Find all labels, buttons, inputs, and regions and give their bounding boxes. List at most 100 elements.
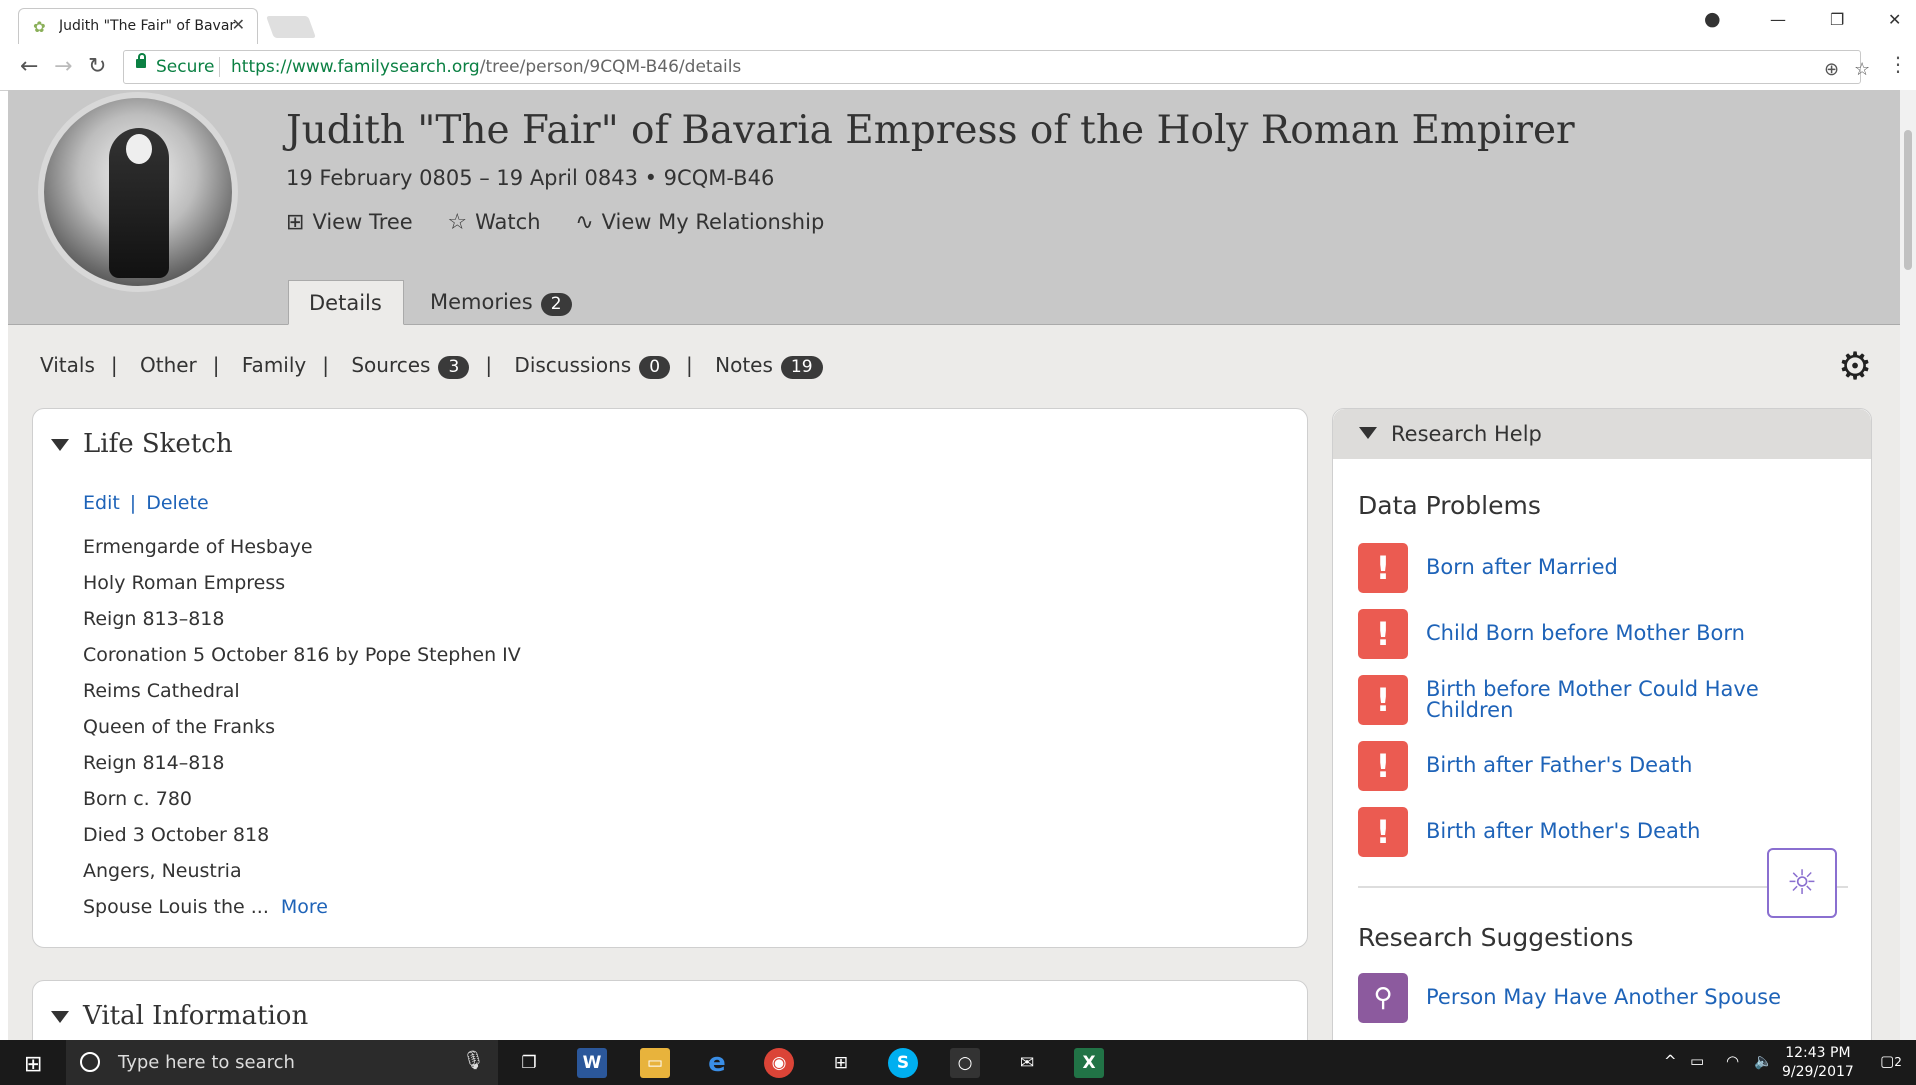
research-suggestion-link[interactable]: Person May Have Another Spouse <box>1426 987 1781 1008</box>
notifications-icon[interactable]: ▢2 <box>1880 1052 1902 1070</box>
nav-divider: | <box>212 353 220 377</box>
notification-count: 2 <box>1894 1055 1902 1069</box>
portrait-face <box>126 134 152 164</box>
delete-link[interactable]: Delete <box>146 492 208 514</box>
minimize-icon[interactable]: — <box>1770 10 1786 29</box>
close-window-icon[interactable]: ✕ <box>1888 10 1901 29</box>
nav-vitals[interactable]: Vitals <box>40 353 95 377</box>
edge-icon[interactable]: e <box>702 1048 732 1078</box>
taskbar: ⊞ Type here to search 🎙 ❐ W ▭ e ◉ ⊞ S ○ … <box>0 1040 1916 1085</box>
cortana-icon <box>80 1052 100 1072</box>
data-problem-link[interactable]: Birth after Father's Death <box>1426 755 1692 776</box>
sketch-line: Holy Roman Empress <box>83 572 286 594</box>
browser-tab[interactable]: ✿ Judith "The Fair" of Bavar ✕ <box>18 8 258 44</box>
view-tree-label: View Tree <box>312 210 413 234</box>
data-problem-link[interactable]: Child Born before Mother Born <box>1426 623 1745 644</box>
scrollbar-thumb[interactable] <box>1904 130 1912 270</box>
close-tab-icon[interactable]: ✕ <box>232 15 245 34</box>
file-explorer-icon[interactable]: ▭ <box>640 1048 670 1078</box>
nav-other[interactable]: Other <box>140 353 197 377</box>
tree-icon: ⊞ <box>286 210 305 235</box>
tab-memories[interactable]: Memories 2 <box>410 280 592 325</box>
word-icon[interactable]: W <box>577 1048 607 1078</box>
collapse-caret-icon[interactable] <box>51 1011 69 1023</box>
reload-icon[interactable]: ↻ <box>88 54 106 79</box>
more-link[interactable]: More <box>281 896 328 918</box>
app-icon[interactable]: ○ <box>950 1048 980 1078</box>
search-placeholder: Type here to search <box>118 1052 295 1073</box>
restore-icon[interactable]: ❐ <box>1830 10 1844 29</box>
store-icon[interactable]: ⊞ <box>826 1048 856 1078</box>
clock-date: 9/29/2017 <box>1782 1064 1854 1080</box>
tab-title: Judith "The Fair" of Bavar <box>59 18 236 34</box>
forward-icon[interactable]: → <box>54 54 72 79</box>
familysearch-tree-icon: ✿ <box>33 18 46 36</box>
tray-chevron-icon[interactable]: ^ <box>1664 1052 1677 1070</box>
taskbar-search[interactable]: Type here to search 🎙 <box>66 1040 498 1085</box>
data-problem-link[interactable]: Birth after Mother's Death <box>1426 821 1700 842</box>
microphone-icon[interactable]: 🎙 <box>462 1050 485 1071</box>
skype-icon[interactable]: S <box>888 1048 918 1078</box>
view-relationship-link[interactable]: ∿ View My Relationship <box>575 210 824 235</box>
sketch-line: Reign 814–818 <box>83 752 225 774</box>
bookmark-star-icon[interactable]: ☆ <box>1854 59 1870 80</box>
volume-icon[interactable]: 🔈 <box>1754 1052 1773 1070</box>
settings-gear-icon[interactable]: ⚙ <box>1838 344 1872 388</box>
research-help-card: Research Help Data Problems ! Born after… <box>1332 408 1872 1040</box>
chrome-icon[interactable]: ◉ <box>764 1048 794 1078</box>
person-name: Judith "The Fair" of Bavaria Empress of … <box>286 108 1575 153</box>
url-host: www.familysearch.org <box>291 57 480 77</box>
research-suggestions-title: Research Suggestions <box>1358 923 1634 952</box>
section-nav: Vitals | Other | Family | Sources 3 | Discuss… <box>40 353 823 379</box>
nav-notes-label: Notes <box>715 353 773 377</box>
alert-icon: ! <box>1358 609 1408 659</box>
star-icon: ☆ <box>447 210 468 235</box>
lightbulb-help-icon[interactable]: ☼ <box>1767 848 1837 918</box>
life-sketch-actions: Edit | Delete <box>83 492 209 514</box>
edit-link[interactable]: Edit <box>83 492 120 514</box>
mail-icon[interactable]: ✉ <box>1012 1048 1042 1078</box>
tab-details[interactable]: Details <box>288 280 404 325</box>
watch-label: Watch <box>475 210 541 234</box>
excel-icon[interactable]: X <box>1074 1048 1104 1078</box>
discussions-count-badge: 0 <box>639 356 671 379</box>
nav-family[interactable]: Family <box>242 353 306 377</box>
nav-sources[interactable]: Sources 3 <box>351 353 470 379</box>
url-path: /tree/person/9CQM-B46/details <box>479 57 742 77</box>
sketch-line: Reims Cathedral <box>83 680 240 702</box>
memories-count-badge: 2 <box>540 293 572 316</box>
clock[interactable]: 12:43 PM 9/29/2017 <box>1782 1044 1854 1082</box>
person-portrait[interactable] <box>38 92 238 292</box>
battery-icon[interactable]: ▭ <box>1690 1052 1704 1070</box>
tab-details-label: Details <box>309 291 382 315</box>
secure-label: Secure <box>156 57 215 77</box>
nav-discussions[interactable]: Discussions 0 <box>514 353 671 379</box>
page-scrollbar[interactable] <box>1900 90 1916 1040</box>
nav-divider: | <box>110 353 118 377</box>
zoom-icon[interactable]: ⊕ <box>1824 59 1839 80</box>
data-problem-link[interactable]: Birth before Mother Could Have Children <box>1426 679 1806 721</box>
research-help-title: Research Help <box>1391 422 1542 446</box>
lock-icon <box>136 53 146 68</box>
data-problems-title: Data Problems <box>1358 491 1541 520</box>
address-bar[interactable]: Secure https://www.familysearch.org/tree… <box>123 50 1870 84</box>
omnibox-separator <box>219 57 220 77</box>
profile-icon[interactable]: ● <box>1704 8 1721 30</box>
collapse-caret-icon[interactable] <box>51 439 69 451</box>
task-view-icon[interactable]: ❐ <box>514 1048 544 1078</box>
view-tree-link[interactable]: ⊞ View Tree <box>286 210 413 235</box>
sketch-line: Reign 813–818 <box>83 608 225 630</box>
url-text: https://www.familysearch.org/tree/person… <box>231 57 741 77</box>
browser-menu-icon[interactable]: ⋮ <box>1888 52 1908 76</box>
back-icon[interactable]: ← <box>20 54 38 79</box>
research-help-header[interactable]: Research Help <box>1333 409 1871 459</box>
wifi-icon[interactable]: ◠ <box>1726 1052 1739 1070</box>
browser-tabbar: ✿ Judith "The Fair" of Bavar ✕ ● — ❐ ✕ <box>0 0 1916 44</box>
nav-divider: | <box>686 353 693 377</box>
data-problem-link[interactable]: Born after Married <box>1426 557 1618 578</box>
nav-notes[interactable]: Notes 19 <box>715 353 823 379</box>
watch-link[interactable]: ☆ Watch <box>447 210 540 235</box>
windows-start-icon[interactable]: ⊞ <box>24 1052 42 1077</box>
new-tab-button[interactable] <box>265 16 317 38</box>
sketch-line: Born c. 780 <box>83 788 193 810</box>
